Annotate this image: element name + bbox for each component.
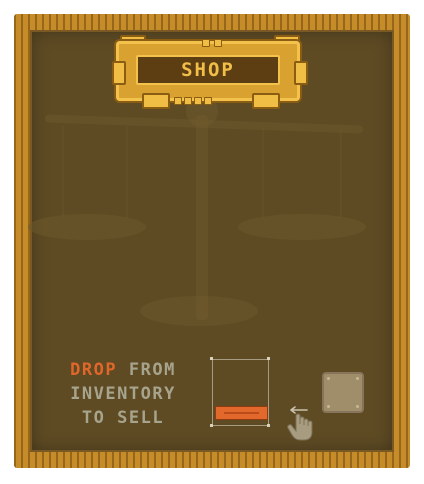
inventory-word: INVENTORY xyxy=(70,384,176,404)
slot-rivet xyxy=(356,405,359,408)
drop-zone-corner xyxy=(267,424,270,427)
sell-bar-groove xyxy=(224,412,259,414)
drop-zone-corner xyxy=(210,357,213,360)
scale-chain xyxy=(262,128,264,218)
sign-ornament xyxy=(194,97,202,105)
shop-title: SHOP xyxy=(181,59,235,81)
sign-ornament xyxy=(252,93,280,109)
drop-instructions: DROP FROM INVENTORY TO SELL xyxy=(42,358,204,430)
scale-chain xyxy=(62,126,64,218)
sign-ornament xyxy=(214,39,222,47)
to-sell-words: TO SELL xyxy=(81,408,165,428)
from-word: FROM xyxy=(128,360,176,380)
drop-word: DROP xyxy=(70,360,118,380)
scale-base xyxy=(140,296,258,326)
slot-rivet xyxy=(327,405,330,408)
slot-rivet xyxy=(327,377,330,380)
shop-sign: SHOP xyxy=(112,33,308,109)
drop-zone-corner xyxy=(210,424,213,427)
scale-post xyxy=(196,115,208,320)
sign-ornament xyxy=(112,61,126,85)
scale-chain xyxy=(340,128,342,218)
hand-swipe-icon xyxy=(287,406,313,441)
scale-chain xyxy=(126,126,128,218)
scale-pan-right[interactable] xyxy=(238,214,366,240)
scale-pan-left[interactable] xyxy=(28,214,146,240)
sign-ornament xyxy=(202,39,210,47)
sign-ornament xyxy=(294,61,308,85)
sign-ornament xyxy=(174,97,182,105)
sign-ornament xyxy=(204,97,212,105)
sign-ornament xyxy=(142,93,170,109)
sign-ornament xyxy=(184,97,192,105)
slot-rivet xyxy=(356,377,359,380)
drop-zone-corner xyxy=(267,357,270,360)
